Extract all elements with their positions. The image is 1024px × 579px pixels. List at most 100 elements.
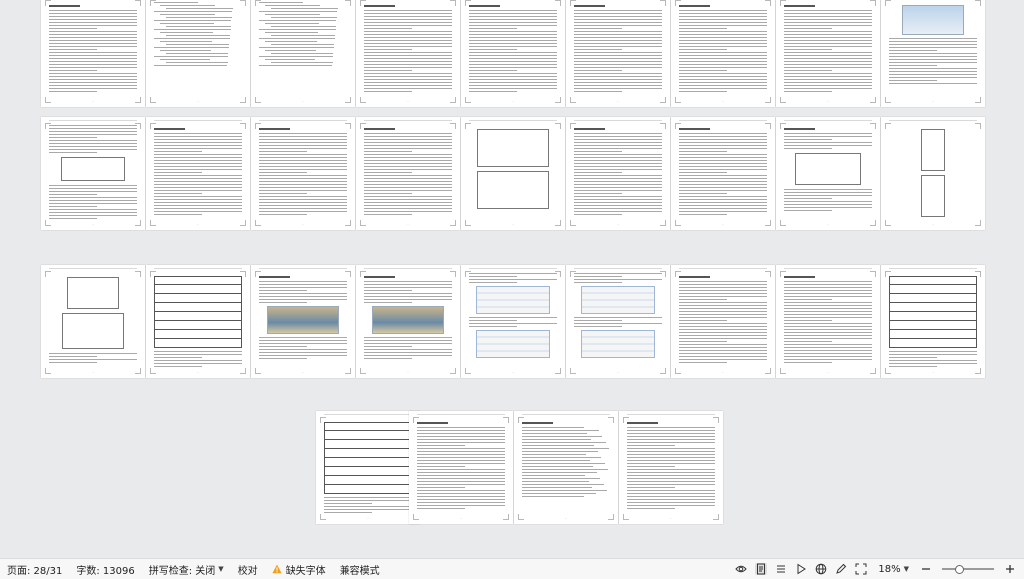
text-line	[49, 64, 137, 65]
page-thumbnail[interactable]: —	[251, 117, 355, 230]
text-line	[49, 215, 137, 216]
page-thumbnail[interactable]: —	[316, 411, 420, 524]
text-line	[574, 16, 662, 17]
zoom-slider-handle[interactable]	[955, 565, 965, 574]
globe-icon[interactable]	[815, 563, 827, 575]
text-line	[49, 359, 137, 360]
page-thumbnail[interactable]: —	[619, 411, 723, 524]
text-line	[364, 193, 413, 194]
text-line	[364, 79, 452, 80]
missing-fonts-button[interactable]: 缺失字体	[265, 559, 333, 579]
page-thumbnail[interactable]: —	[409, 411, 513, 524]
text-line	[417, 454, 505, 455]
fit-page-icon[interactable]	[855, 563, 867, 575]
text-line	[49, 82, 137, 83]
text-line	[469, 282, 518, 283]
page-view-icon[interactable]	[755, 563, 768, 575]
page-thumbnail[interactable]: —	[776, 117, 880, 230]
page-thumbnail[interactable]: —	[671, 0, 775, 107]
page-thumbnail[interactable]: —	[146, 117, 250, 230]
page-thumbnail[interactable]: —	[881, 0, 985, 107]
text-line	[627, 490, 715, 491]
text-line	[889, 71, 977, 72]
text-line	[574, 136, 662, 137]
page-thumbnail[interactable]: —	[881, 265, 985, 378]
text-line	[679, 208, 767, 209]
table-thumbnail	[154, 276, 242, 348]
text-line	[679, 67, 767, 68]
text-line	[49, 34, 137, 35]
list-icon[interactable]	[775, 563, 787, 575]
page-thumbnail[interactable]: —	[251, 265, 355, 378]
page-footer-rule: —	[932, 372, 934, 374]
page-thumbnail[interactable]: —	[776, 0, 880, 107]
page-thumbnail[interactable]: —	[146, 0, 250, 107]
text-line	[417, 499, 505, 500]
pen-icon[interactable]	[835, 563, 847, 575]
page-thumbnail[interactable]: —	[41, 0, 145, 107]
page-thumbnail[interactable]: —	[671, 117, 775, 230]
page-thumbnail[interactable]: —	[566, 265, 670, 378]
page-header-rule	[889, 120, 977, 121]
text-line	[889, 38, 977, 39]
text-line	[364, 154, 452, 155]
text-line	[679, 13, 767, 14]
text-line	[679, 151, 728, 152]
text-line	[574, 28, 623, 29]
page-thumbnail[interactable]: —	[514, 411, 618, 524]
page-thumbnail[interactable]: —	[671, 265, 775, 378]
eye-icon[interactable]	[735, 563, 748, 575]
text-line	[627, 508, 676, 509]
page-thumbnail[interactable]: —	[356, 265, 460, 378]
play-icon[interactable]	[795, 563, 807, 575]
heading-line	[784, 276, 815, 278]
zoom-out-icon[interactable]	[920, 563, 932, 575]
page-thumbnail[interactable]: —	[461, 265, 565, 378]
toc-line	[265, 59, 316, 60]
page-thumbnail[interactable]: —	[41, 265, 145, 378]
text-line	[574, 151, 623, 152]
text-line	[679, 154, 767, 155]
text-line	[154, 354, 242, 355]
page-thumbnail[interactable]: —	[356, 0, 460, 107]
zoom-slider[interactable]	[942, 563, 994, 575]
zoom-level[interactable]: 18% ▼	[871, 559, 916, 579]
text-line	[784, 284, 872, 285]
text-line	[154, 208, 242, 209]
page-content	[784, 2, 872, 97]
text-line	[154, 199, 242, 200]
page-thumbnail[interactable]: —	[461, 117, 565, 230]
text-line	[784, 290, 872, 291]
page-footer-rule: —	[722, 101, 724, 103]
text-line	[154, 166, 242, 167]
zoom-in-icon[interactable]	[1004, 563, 1016, 575]
text-line	[364, 58, 452, 59]
text-line	[574, 211, 662, 212]
page-thumbnail[interactable]: —	[41, 117, 145, 230]
page-thumbnail[interactable]: —	[566, 117, 670, 230]
page-thumbnail[interactable]: —	[146, 265, 250, 378]
text-line	[364, 349, 452, 350]
text-line	[49, 31, 137, 32]
page-footer-rule: —	[722, 224, 724, 226]
document-workspace[interactable]: — — — — — — — — — — — — — — — — — — — — — — — — — — — — — — —	[0, 0, 1024, 558]
page-thumbnail[interactable]: —	[776, 265, 880, 378]
text-line	[259, 358, 308, 359]
text-line	[49, 16, 137, 17]
page-indicator[interactable]: 页面: 28/31	[0, 559, 69, 579]
page-thumbnail[interactable]: —	[461, 0, 565, 107]
text-line	[784, 70, 833, 71]
proofread-button[interactable]: 校对	[231, 559, 265, 579]
page-thumbnail[interactable]: —	[356, 117, 460, 230]
figure-thumbnail	[62, 313, 124, 349]
page-thumbnail[interactable]: —	[566, 0, 670, 107]
page-footer-rule: —	[407, 101, 409, 103]
text-line	[679, 353, 767, 354]
compat-mode-indicator[interactable]: 兼容模式	[333, 559, 387, 579]
text-line	[679, 308, 767, 309]
text-line	[259, 166, 347, 167]
page-thumbnail[interactable]: —	[881, 117, 985, 230]
page-thumbnail[interactable]: —	[251, 0, 355, 107]
word-count[interactable]: 字数: 13096	[69, 559, 141, 579]
spell-check-toggle[interactable]: 拼写检查: 关闭 ▼	[142, 559, 231, 579]
